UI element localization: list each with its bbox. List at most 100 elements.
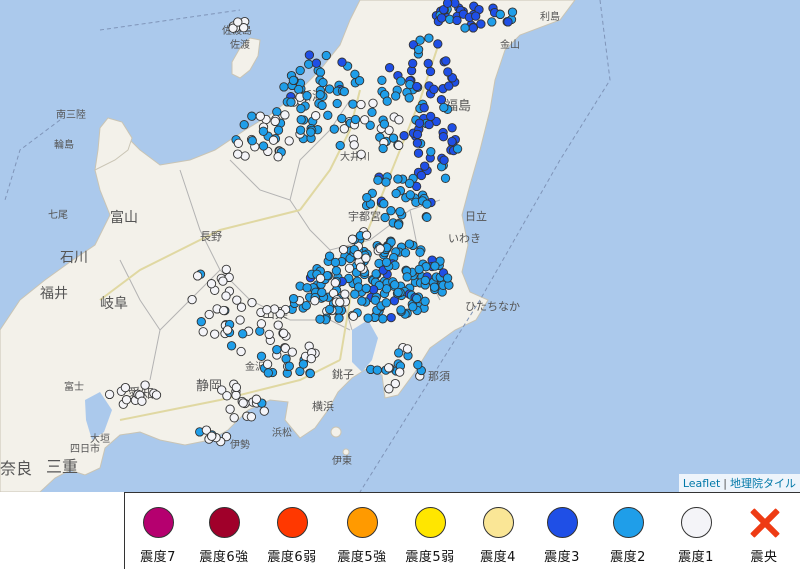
station-marker-s2[interactable] [329, 124, 339, 134]
station-marker-s2[interactable] [279, 82, 289, 92]
station-marker-s3[interactable] [441, 56, 451, 66]
station-marker-s1[interactable] [219, 305, 229, 316]
station-marker-s2[interactable] [420, 275, 430, 286]
station-marker-s3[interactable] [447, 123, 457, 133]
station-marker-s2[interactable] [422, 212, 432, 222]
station-marker-s2[interactable] [404, 93, 414, 103]
station-marker-s2[interactable] [247, 111, 257, 121]
station-marker-s2[interactable] [286, 97, 296, 107]
station-marker-s1[interactable] [238, 398, 248, 408]
station-marker-s1[interactable] [204, 309, 214, 320]
station-marker-s2[interactable] [350, 289, 360, 299]
station-marker-s1[interactable] [335, 297, 345, 307]
station-marker-s3[interactable] [423, 58, 433, 69]
station-marker-s2[interactable] [373, 175, 383, 185]
station-marker-s1[interactable] [349, 140, 359, 150]
station-marker-s3[interactable] [503, 17, 513, 27]
station-marker-s1[interactable] [280, 110, 290, 120]
station-marker-s3[interactable] [429, 84, 439, 94]
station-marker-s2[interactable] [404, 178, 415, 189]
station-marker-s1[interactable] [255, 111, 265, 121]
station-marker-s2[interactable] [331, 266, 342, 276]
station-marker-s3[interactable] [426, 111, 436, 122]
station-marker-s3[interactable] [311, 58, 322, 68]
station-marker-s2[interactable] [306, 127, 316, 137]
station-marker-s2[interactable] [258, 126, 269, 136]
station-marker-s1[interactable] [375, 244, 385, 254]
station-marker-s2[interactable] [379, 199, 389, 209]
station-marker-s1[interactable] [233, 149, 243, 159]
station-marker-s2[interactable] [315, 314, 325, 324]
station-marker-s1[interactable] [235, 315, 245, 325]
station-marker-s3[interactable] [444, 81, 454, 91]
station-marker-s2[interactable] [415, 247, 425, 257]
station-marker-s2[interactable] [258, 141, 269, 151]
station-marker-s2[interactable] [405, 190, 415, 200]
station-marker-s3[interactable] [337, 57, 347, 67]
station-marker-s2[interactable] [324, 84, 335, 94]
station-marker-s1[interactable] [210, 329, 220, 339]
station-marker-s2[interactable] [426, 147, 436, 157]
station-marker-s2[interactable] [256, 351, 267, 361]
station-marker-s1[interactable] [231, 390, 241, 400]
station-marker-s2[interactable] [315, 90, 325, 100]
station-marker-s2[interactable] [429, 282, 440, 292]
station-marker-s3[interactable] [439, 155, 449, 165]
station-marker-s3[interactable] [447, 136, 457, 147]
station-marker-s1[interactable] [256, 319, 267, 329]
station-marker-s2[interactable] [294, 84, 304, 95]
station-marker-s1[interactable] [151, 390, 162, 400]
station-marker-s1[interactable] [284, 136, 294, 146]
station-marker-s2[interactable] [487, 17, 497, 27]
station-marker-s2[interactable] [357, 296, 367, 306]
station-marker-s3[interactable] [386, 312, 396, 323]
station-marker-s2[interactable] [386, 206, 396, 216]
station-marker-s1[interactable] [264, 329, 274, 340]
station-marker-s2[interactable] [361, 283, 371, 293]
station-marker-s1[interactable] [233, 138, 244, 148]
station-marker-s2[interactable] [318, 77, 328, 88]
station-marker-s2[interactable] [339, 86, 349, 97]
station-marker-s2[interactable] [239, 120, 249, 130]
station-marker-s2[interactable] [272, 107, 282, 117]
station-marker-s1[interactable] [356, 99, 366, 110]
station-marker-s1[interactable] [355, 262, 366, 272]
station-marker-s2[interactable] [452, 144, 463, 154]
station-marker-s1[interactable] [394, 115, 404, 125]
station-marker-s2[interactable] [323, 110, 333, 120]
station-marker-s1[interactable] [218, 276, 228, 286]
station-marker-s1[interactable] [270, 116, 280, 127]
station-marker-s2[interactable] [402, 272, 412, 282]
station-marker-s2[interactable] [238, 329, 248, 339]
station-marker-s1[interactable] [247, 297, 257, 308]
station-marker-s3[interactable] [425, 66, 436, 77]
station-marker-s2[interactable] [442, 273, 453, 283]
station-marker-s2[interactable] [372, 365, 382, 375]
map-canvas[interactable]: 佐渡島佐渡新潟富山石川福井岐阜長野山梨静岡愛知三重奈良福島宇都宮日立いわきひたち… [0, 0, 800, 492]
station-marker-s2[interactable] [348, 99, 358, 109]
station-marker-s2[interactable] [430, 261, 440, 271]
station-marker-s1[interactable] [348, 311, 359, 321]
station-marker-s2[interactable] [400, 248, 411, 258]
station-marker-s1[interactable] [104, 389, 115, 400]
station-marker-s3[interactable] [424, 119, 434, 130]
station-marker-s2[interactable] [413, 360, 423, 370]
station-marker-s2[interactable] [378, 314, 388, 324]
station-marker-s2[interactable] [422, 199, 432, 209]
station-marker-s1[interactable] [338, 244, 349, 255]
station-marker-s2[interactable] [379, 119, 390, 129]
station-marker-s2[interactable] [381, 298, 391, 308]
station-marker-s3[interactable] [468, 23, 478, 33]
station-marker-s2[interactable] [305, 368, 315, 379]
station-marker-s3[interactable] [412, 129, 423, 140]
station-marker-s2[interactable] [393, 220, 404, 230]
station-marker-s3[interactable] [414, 118, 425, 128]
station-marker-s2[interactable] [315, 67, 326, 77]
station-marker-s2[interactable] [412, 293, 422, 304]
station-marker-s1[interactable] [192, 271, 203, 281]
station-marker-s3[interactable] [420, 161, 430, 171]
station-marker-s3[interactable] [436, 95, 447, 105]
station-marker-s2[interactable] [395, 206, 405, 217]
station-marker-s1[interactable] [268, 135, 279, 145]
station-marker-s2[interactable] [288, 75, 299, 86]
